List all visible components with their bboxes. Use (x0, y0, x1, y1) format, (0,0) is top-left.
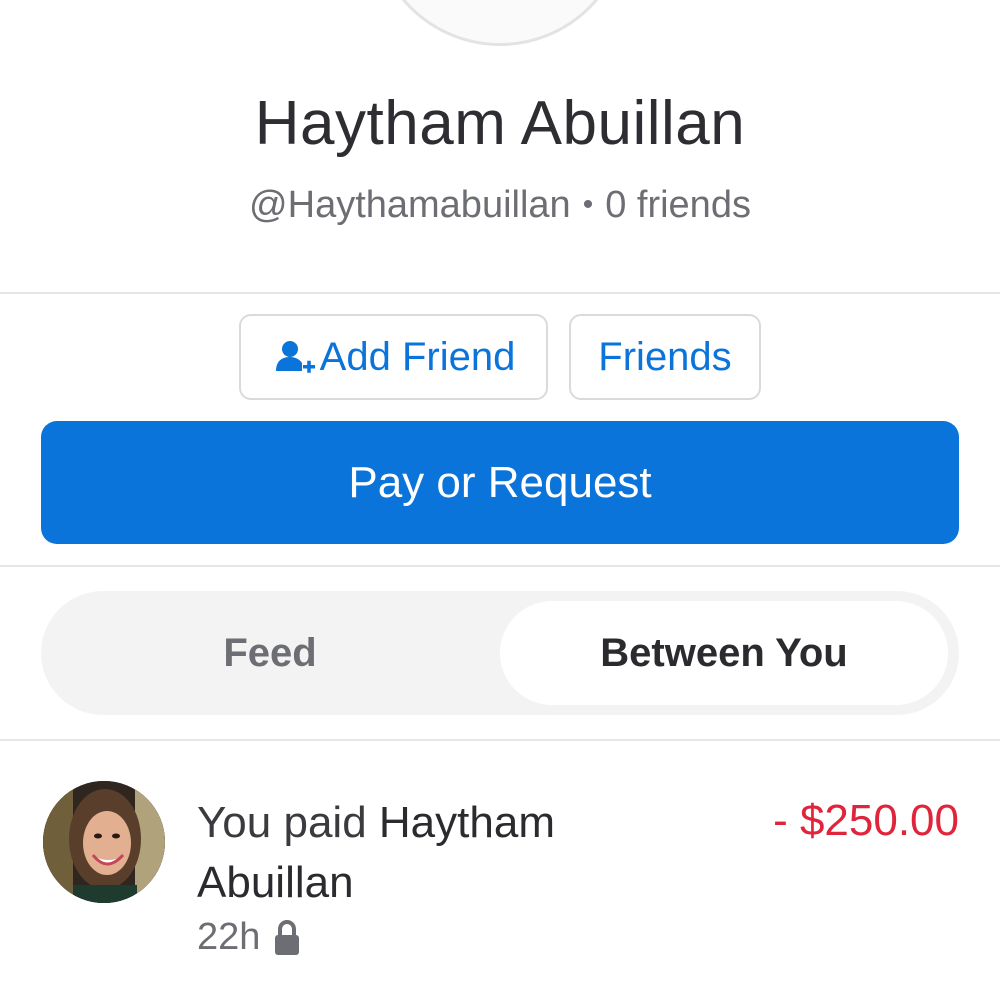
add-friend-label: Add Friend (319, 334, 516, 379)
friends-button[interactable]: Friends (569, 314, 761, 400)
meta-separator: • (582, 188, 594, 221)
profile-avatar (372, 0, 628, 46)
pay-or-request-label: Pay or Request (348, 457, 652, 507)
friends-count[interactable]: 0 friends (605, 184, 751, 226)
avatar-photo (43, 781, 165, 903)
transaction-avatar[interactable] (43, 781, 165, 903)
add-friend-icon (275, 341, 315, 373)
add-friend-button[interactable]: Add Friend (239, 314, 548, 400)
divider (0, 565, 1000, 567)
profile-meta: @Haythamabuillan • 0 friends (0, 184, 1000, 227)
pay-or-request-button[interactable]: Pay or Request (41, 421, 959, 544)
profile-name: Haytham Abuillan (254, 89, 746, 158)
transaction-verb: You paid (197, 798, 367, 847)
divider (0, 739, 1000, 741)
transaction-meta: 22h (197, 916, 302, 959)
profile-handle: @Haythamabuillan (249, 184, 571, 226)
friends-label: Friends (598, 334, 732, 379)
transaction-description: You paid Haytham Abuillan (197, 793, 667, 913)
tab-feed[interactable]: Feed (41, 591, 499, 715)
lock-icon (275, 919, 300, 955)
divider (0, 292, 1000, 294)
feed-segmented-control: Feed Between You (41, 591, 959, 715)
transaction-amount: - $250.00 (773, 796, 959, 845)
tab-between-you[interactable]: Between You (500, 601, 948, 705)
transaction-time: 22h (197, 916, 261, 958)
